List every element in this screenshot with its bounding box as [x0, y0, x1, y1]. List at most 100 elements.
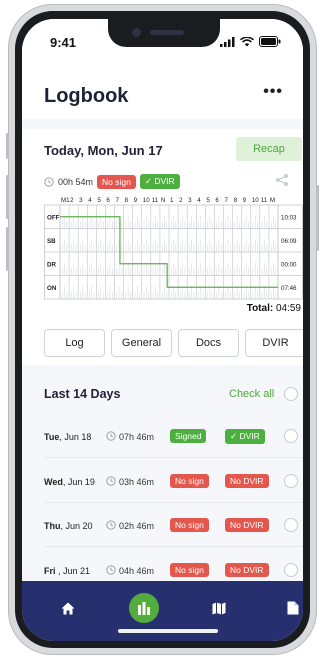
status-row-total: 10:03 — [281, 214, 297, 221]
power-button — [316, 185, 319, 251]
day-date: Tue, Jun 18 — [44, 432, 91, 442]
tab-general[interactable]: General — [111, 329, 172, 357]
duty-grid-svg: M1 2 3 4 5 6 7 8 9 10 11 N 1 2 3 4 5 6 7 8 9 10 11 MOFF 10:03SB 0… — [44, 197, 303, 300]
nav-logbook[interactable] — [129, 593, 159, 623]
day-date: Wed, Jun 19 — [44, 477, 95, 487]
hour-label: 9 — [243, 197, 247, 204]
day-duration: 03h 46m — [119, 476, 155, 487]
recap-button[interactable]: Recap — [236, 137, 302, 161]
hour-label: 7 — [225, 197, 229, 204]
status-row-label: DR — [47, 261, 56, 268]
day-select-radio[interactable] — [284, 562, 298, 577]
day-name: Fri — [44, 565, 56, 576]
app-header: Logbook ••• — [22, 59, 303, 119]
hour-label: M — [270, 197, 275, 204]
page-title: Logbook — [44, 85, 129, 107]
tab-docs[interactable]: Docs — [178, 329, 239, 357]
day-duration: 04h 46m — [119, 565, 155, 576]
today-title: Today, Mon, Jun 17 — [44, 143, 163, 158]
phone-bezel: 9:41 Logbook ••• Today, Mon, Jun 17 Reca… — [15, 11, 310, 648]
battery-icon — [259, 36, 281, 47]
day-date-text: , Jun 21 — [55, 565, 91, 576]
hour-label: 6 — [106, 197, 110, 204]
volume-up-button — [6, 175, 9, 219]
status-icons — [220, 36, 281, 47]
hour-label: 5 — [97, 197, 101, 204]
nav-home[interactable] — [53, 593, 83, 623]
row-divider — [44, 501, 303, 503]
day-name: Thu — [44, 521, 61, 531]
hour-label: 10 — [252, 197, 259, 204]
day-row[interactable]: Thu, Jun 20 02h 46m No sign No DVIR — [22, 507, 303, 547]
screen: 9:41 Logbook ••• Today, Mon, Jun 17 Reca… — [22, 19, 303, 641]
hour-label: 2 — [179, 197, 183, 204]
day-sign-badge: Signed — [170, 429, 207, 443]
total-label: Total: — [246, 303, 274, 314]
day-dvir-badge: No DVIR — [225, 518, 269, 532]
phone-frame: 9:41 Logbook ••• Today, Mon, Jun 17 Reca… — [6, 4, 319, 655]
hour-label: 3 — [188, 197, 192, 204]
share-icon[interactable] — [275, 173, 289, 187]
day-name: Tue — [44, 432, 60, 442]
day-dvir-badge: ✓ DVIR — [225, 429, 265, 444]
day-date: Thu, Jun 20 — [44, 521, 93, 531]
front-camera — [132, 28, 141, 37]
nav-documents[interactable] — [278, 593, 303, 623]
day-sign-badge: No sign — [170, 518, 209, 532]
day-date: Fri , Jun 21 — [44, 566, 90, 576]
more-menu-button[interactable]: ••• — [263, 83, 283, 101]
wifi-icon — [240, 36, 254, 46]
row-divider — [44, 457, 303, 458]
volume-down-button — [6, 227, 9, 271]
check-all-radio[interactable] — [284, 387, 298, 401]
day-select-radio[interactable] — [284, 429, 298, 443]
day-row[interactable]: Tue, Jun 18 07h 46m Signed ✓ DVIR — [22, 418, 303, 458]
today-duration: 00h 54m — [58, 176, 94, 187]
day-row[interactable]: Wed, Jun 19 03h 46m No sign No DVIR — [22, 463, 303, 503]
day-sign-badge: No sign — [170, 473, 209, 488]
home-icon — [61, 602, 75, 614]
today-card: Today, Mon, Jun 17 Recap 00h 54m No sign… — [22, 129, 303, 365]
clock-icon — [106, 475, 116, 486]
tab-dvir[interactable]: DVIR — [245, 329, 303, 357]
hour-label: M1 — [61, 197, 70, 204]
duty-status-grid: M1 2 3 4 5 6 7 8 9 10 11 N 1 2 3 4 5 6 7 8 9 10 11 M OFF 10:03 SB 0… — [44, 193, 303, 303]
day-date-text: , Jun 19 — [62, 476, 95, 487]
silent-switch — [6, 133, 9, 159]
history-title: Last 14 Days — [44, 387, 121, 401]
status-row-total: 06:09 — [281, 238, 297, 245]
hour-label: 7 — [116, 197, 120, 204]
tab-log[interactable]: Log — [44, 329, 105, 357]
hour-label: 6 — [215, 197, 219, 204]
home-indicator[interactable] — [118, 629, 218, 633]
today-meta: 00h 54m No sign ✓ DVIR — [44, 174, 180, 189]
hour-label: 4 — [197, 197, 201, 204]
clock-icon — [44, 176, 54, 187]
hour-label: 3 — [79, 197, 83, 204]
day-date-text: , Jun 18 — [59, 432, 92, 442]
hour-label: 5 — [206, 197, 210, 204]
day-duration: 02h 46m — [119, 521, 155, 531]
speaker — [150, 30, 184, 35]
hour-label: 1 — [170, 197, 174, 204]
sign-status-badge: No sign — [97, 174, 136, 189]
row-divider — [44, 546, 303, 547]
hour-label: 4 — [88, 197, 92, 204]
status-row-label: ON — [47, 285, 57, 292]
hour-label: 8 — [234, 197, 238, 204]
day-date-text: , Jun 20 — [60, 521, 93, 531]
check-all-link[interactable]: Check all — [229, 388, 274, 400]
signal-icon — [220, 36, 235, 47]
clock-icon — [106, 431, 116, 441]
clock-icon — [106, 520, 116, 530]
hour-label: 9 — [134, 197, 138, 204]
clock-icon — [106, 564, 116, 575]
day-select-radio[interactable] — [284, 518, 298, 532]
status-row-total: 07:46 — [281, 285, 297, 292]
day-select-radio[interactable] — [284, 473, 298, 488]
nav-map[interactable] — [204, 593, 234, 623]
day-name: Wed — [44, 476, 63, 487]
day-dvir-badge: No DVIR — [225, 473, 269, 488]
hour-label: 8 — [125, 197, 129, 204]
hour-label: 2 — [70, 197, 74, 204]
